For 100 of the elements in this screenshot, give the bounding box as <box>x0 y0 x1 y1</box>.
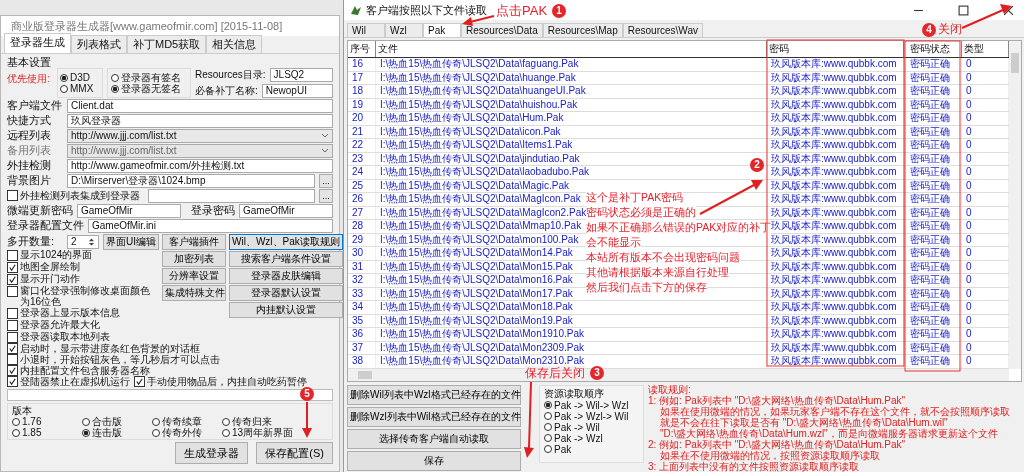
settings-button[interactable]: 登录器皮肤编辑 <box>229 268 343 284</box>
browse-button[interactable]: ... <box>319 188 333 203</box>
maximize-icon[interactable] <box>958 4 969 16</box>
checkbox[interactable]: 登陆器禁止在虚拟机运行 <box>7 376 130 387</box>
column-header[interactable]: 密码 <box>767 41 904 57</box>
radio-option[interactable]: Pak -> Wil-> Wzl <box>544 399 639 411</box>
action-button[interactable]: 生成登录器 <box>175 442 249 464</box>
table-cell: I:\热血15\热血传奇\JLSQ2\Data\Mon19.Pak <box>376 314 767 327</box>
table-cell: I:\热血15\热血传奇\JLSQ2\Data\Mon1910.Pak <box>376 328 767 341</box>
input-field[interactable]: Client.dat <box>67 98 333 113</box>
settings-button[interactable]: 搜索客户端条件设置 <box>229 251 343 267</box>
input-field[interactable]: NewopUI <box>261 84 333 98</box>
checkbox[interactable]: 小退时，开始按钮灰色，等几秒后才可以点击 <box>7 354 220 365</box>
spin-field[interactable]: 2 <box>67 234 99 249</box>
field-label: 远程列表 <box>7 128 52 143</box>
check-icon <box>135 377 144 386</box>
radio-option[interactable]: 传奇归来 <box>222 416 312 427</box>
tab[interactable]: 登录器生成 <box>4 33 71 53</box>
table-cell: I:\热血15\热血传奇\JLSQ2\Data\huishou.Pak <box>376 98 767 111</box>
input-field[interactable]: GameOfMir.ini <box>88 218 333 233</box>
action-button[interactable]: 选择传奇客户端自动读取 <box>347 428 521 449</box>
rule-text: 如果在使用微端的情况，如果玩家客户端不存在这个文件，就不会按照顺序读取 <box>660 405 1011 417</box>
tab[interactable]: Pak <box>423 23 461 37</box>
checkbox[interactable]: 地图全屏绘制 <box>7 261 80 273</box>
table-cell: 密码正确 <box>904 166 962 179</box>
field-label: 背景图片 <box>7 173 52 188</box>
table-cell: I:\热血15\热血传奇\JLSQ2\Data\Mon18.Pak <box>376 301 767 314</box>
password-field[interactable]: GameOfMir <box>77 203 181 218</box>
radio-option[interactable]: 13周年新界面 <box>222 427 312 438</box>
field-label: 备用列表 <box>7 143 52 158</box>
tab[interactable]: Resources\Wav <box>622 23 703 37</box>
radio-option[interactable]: 连击版 <box>82 427 152 438</box>
checkbox[interactable]: 启动时，显示带进度条红色背景的对话框 <box>7 343 200 354</box>
input-field[interactable]: D:\Mirserver\登录器\1024.bmp <box>67 173 315 188</box>
settings-button[interactable]: 客户端插件 <box>162 234 226 250</box>
column-header[interactable]: 密码状态 <box>904 41 962 57</box>
radio-option[interactable]: 登录器无签名 <box>111 83 187 94</box>
checkbox[interactable]: 窗口化登录强制修改桌面颜色为16位色 <box>7 285 155 307</box>
input-field[interactable]: http://www.gameofmir.com/外挂检测.txt <box>67 158 333 173</box>
settings-button[interactable]: 加密列表 <box>162 251 226 267</box>
checkbox[interactable]: 外挂检测列表集成到登录器 <box>7 188 140 203</box>
tab[interactable]: Resources\Map <box>542 23 623 37</box>
input-field[interactable]: JLSQ2 <box>269 68 333 82</box>
settings-button[interactable]: Wil、Wzl、Pak读取规则 <box>229 234 343 250</box>
browse-button[interactable]: ... <box>319 173 333 188</box>
radio-option[interactable]: Pak -> Wil <box>544 421 639 433</box>
input-field[interactable] <box>148 188 315 203</box>
radio-option[interactable]: 合击版 <box>82 416 152 427</box>
radio-option[interactable]: 传奇续章 <box>152 416 222 427</box>
checkbox[interactable]: 登录器允许最大化 <box>7 319 100 331</box>
ui-edit-button[interactable]: 界面UI编辑 <box>103 233 159 250</box>
table-cell: 30 <box>348 247 376 260</box>
action-button[interactable]: 保存配置(S) <box>256 442 333 464</box>
checkbox[interactable]: 显示1024的界面 <box>7 249 93 261</box>
radio-option[interactable]: Pak -> Wzl <box>544 432 639 444</box>
password-field[interactable]: GameOfMir <box>239 203 333 218</box>
arrow <box>462 15 495 26</box>
spinner-icon[interactable] <box>88 236 95 247</box>
checkbox[interactable]: 登录器读取本地列表 <box>7 331 110 343</box>
checkbox[interactable]: 登录器上显示版本信息 <box>7 307 120 319</box>
close-icon[interactable] <box>1003 4 1014 16</box>
radio-option[interactable]: 传奇外传 <box>152 427 222 438</box>
radio-option[interactable]: 1.76 <box>12 416 82 427</box>
tab[interactable]: Wzl <box>385 23 423 37</box>
tab[interactable]: Wil <box>347 23 385 37</box>
radio-option[interactable]: D3D <box>60 72 100 83</box>
checkbox[interactable]: 内挂配置文件包含服务器名称 <box>7 365 150 376</box>
input-field[interactable]: 玖风登录器 <box>67 113 333 128</box>
table-cell: 玖风版本库:www.qubbk.com <box>767 85 904 98</box>
settings-button[interactable]: 登录器默认设置 <box>229 285 343 301</box>
column-header[interactable]: 文件 <box>376 41 767 57</box>
tab[interactable]: 相关信息 <box>206 35 263 53</box>
tab[interactable]: 补丁MD5获取 <box>127 35 207 53</box>
checkbox[interactable]: 显示开门动作 <box>7 273 80 285</box>
action-button[interactable]: 保存 <box>347 450 521 471</box>
table-cell: 38 <box>348 355 376 368</box>
radio-option[interactable]: MMX <box>60 83 100 94</box>
table-cell: 玖风版本库:www.qubbk.com <box>767 341 904 354</box>
settings-button[interactable]: 内挂默认设置 <box>229 302 343 318</box>
radio-option[interactable]: Pak -> Wzl-> Wil <box>544 410 639 422</box>
table-cell: 密码正确 <box>904 71 962 84</box>
radio-option[interactable]: Pak <box>544 443 639 455</box>
settings-button[interactable]: 集成特殊文件 <box>162 285 226 301</box>
vertical-scrollbar[interactable] <box>1009 41 1021 369</box>
column-header[interactable]: 序号 <box>348 41 376 57</box>
checkbox[interactable]: 手动使用物品后，内挂自动吃药暂停 <box>134 376 307 387</box>
table-cell: 21 <box>348 125 376 138</box>
group-label: 基本设置 <box>7 56 52 68</box>
table-cell: 19 <box>348 98 376 111</box>
radio-option[interactable]: 1.85 <box>12 427 82 438</box>
tab[interactable]: Resources\Data <box>461 23 543 37</box>
table-cell: 33 <box>348 287 376 300</box>
tab[interactable]: 列表格式 <box>71 35 127 53</box>
action-button[interactable]: 删除Wzl列表中Wil格式已经存在的文件 <box>347 406 521 427</box>
dropdown[interactable]: http://www.jjj.com/list.txt <box>67 128 333 143</box>
radio-option[interactable]: 登录器有签名 <box>111 72 187 83</box>
action-button[interactable]: 删除Wil列表中Wzl格式已经存在的文件 <box>347 384 521 405</box>
annotation-text: 关闭 <box>938 22 962 36</box>
settings-button[interactable]: 分辨率设置 <box>162 268 226 284</box>
table-cell: 玖风版本库:www.qubbk.com <box>767 139 904 152</box>
